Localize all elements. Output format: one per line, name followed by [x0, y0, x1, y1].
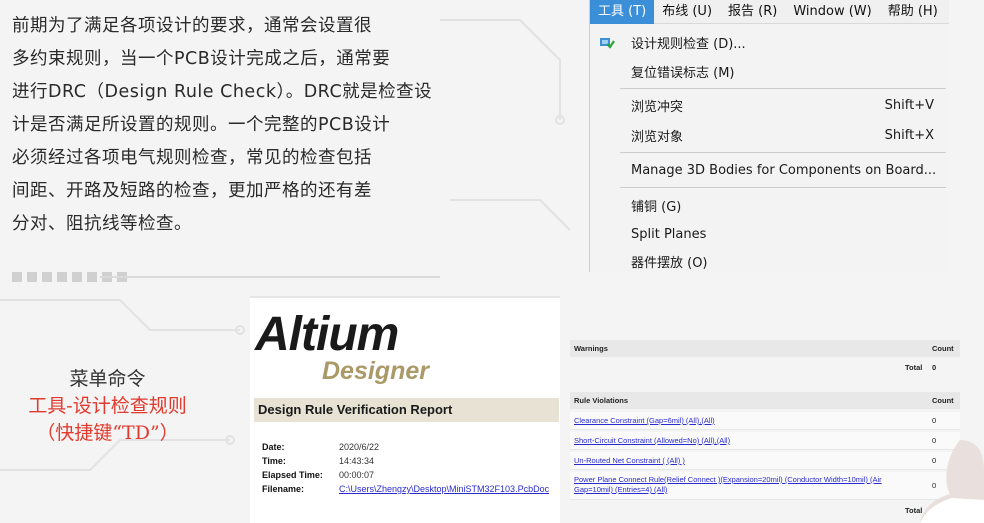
- meta-value: 2020/6/22: [339, 442, 380, 452]
- menu-separator: [620, 187, 946, 188]
- menu-item-label: 设计规则检查 (D)...: [631, 36, 746, 52]
- filename-link[interactable]: C:\Users\Zhengzy\Desktop\MiniSTM32F103.P…: [339, 483, 549, 496]
- menu-item-polygon-pour[interactable]: 铺铜 (G): [590, 191, 950, 219]
- drc-summary-tables: Warnings Count Total 0 Rule Violations C…: [570, 336, 960, 523]
- meta-label: Date:: [262, 442, 285, 452]
- presenter-image: [920, 440, 984, 523]
- menu-item-label: 浏览对象: [631, 129, 684, 145]
- violations-header: Rule Violations Count: [570, 392, 960, 409]
- intro-paragraph: 前期为了满足各项设计的要求，通常会设置很 多约束规则，当一个PCB设计完成之后，…: [12, 10, 444, 241]
- intro-line: 前期为了满足各项设计的要求，通常会设置很: [12, 16, 372, 36]
- menu-item-label: Split Planes: [631, 226, 707, 242]
- report-title: Design Rule Verification Report: [254, 398, 559, 422]
- meta-row-elapsed-time: Elapsed Time: 00:00:07: [262, 469, 562, 482]
- menu-item-browse-violations[interactable]: 浏览冲突 Shift+V: [590, 91, 950, 119]
- menu-item-manage-3d-bodies[interactable]: Manage 3D Bodies for Components on Board…: [590, 156, 950, 184]
- menu-item-reset-error-markers[interactable]: 复位错误标志 (M): [590, 57, 950, 85]
- meta-label: Time:: [262, 456, 286, 466]
- caption-command: 工具-设计检查规则: [28, 395, 187, 417]
- design-rule-check-icon: [600, 38, 615, 49]
- meta-value: 00:00:07: [339, 470, 375, 480]
- intro-line: 进行DRC（Design Rule Check）。DRC就是检查设: [12, 82, 433, 102]
- count-header: Count: [932, 344, 954, 353]
- meta-row-date: Date: 2020/6/22: [262, 441, 562, 454]
- menu-item-label: 浏览冲突: [631, 99, 684, 115]
- menu-bar: 工具 (T) 布线 (U) 报告 (R) Window (W) 帮助 (H): [590, 0, 949, 24]
- violations-header-label: Rule Violations: [574, 396, 629, 405]
- table-row: Short-Circuit Constraint (Allowed=No) (A…: [570, 432, 960, 450]
- rule-link[interactable]: Clearance Constraint (Gap=6mil) (All),(A…: [574, 416, 904, 426]
- menu-item-component-placement[interactable]: 器件摆放 (O): [590, 250, 950, 272]
- menu-item-design-rule-check[interactable]: 设计规则检查 (D)...: [590, 28, 950, 56]
- warnings-header-label: Warnings: [574, 344, 608, 353]
- meta-row-filename: Filename: C:\Users\Zhengzy\Desktop\MiniS…: [262, 483, 562, 496]
- menu-item-shortcut: Shift+V: [884, 97, 934, 113]
- designer-logo: Designer: [322, 357, 429, 385]
- table-row: Power Plane Connect Rule(Relief Connect …: [570, 472, 960, 500]
- intro-line: 必须经过各项电气规则检查，常见的检查包括: [12, 148, 372, 168]
- intro-line: 多约束规则，当一个PCB设计完成之后，通常要: [12, 49, 391, 69]
- menubar-route[interactable]: 布线 (U): [654, 0, 720, 24]
- warnings-total-row: Total 0: [570, 361, 960, 375]
- menubar-tools[interactable]: 工具 (T): [590, 0, 655, 24]
- menu-item-label: Manage 3D Bodies for Components on Board…: [631, 162, 937, 178]
- caption-title: 菜单命令: [69, 368, 146, 390]
- menu-item-browse-objects[interactable]: 浏览对象 Shift+X: [590, 121, 950, 149]
- drc-report: Altium Designer Design Rule Verification…: [250, 296, 560, 523]
- menu-item-shortcut: Shift+X: [884, 127, 934, 143]
- menu-item-label: 复位错误标志 (M): [631, 65, 735, 81]
- menu-separator: [620, 88, 946, 89]
- caption-shortcut: （快捷键“TD”）: [36, 422, 179, 444]
- total-value: 0: [932, 363, 937, 372]
- menu-item-split-planes[interactable]: Split Planes: [590, 220, 950, 248]
- warnings-header: Warnings Count: [570, 340, 960, 357]
- meta-value: 14:43:34: [339, 456, 375, 466]
- rule-link[interactable]: Un-Routed Net Constraint ( (All) ): [574, 456, 904, 466]
- table-row: Un-Routed Net Constraint ( (All) ) 0: [570, 452, 960, 470]
- menubar-reports[interactable]: 报告 (R): [720, 0, 785, 24]
- violations-total-row: Total: [570, 504, 960, 518]
- tools-menu-panel: 工具 (T) 布线 (U) 报告 (R) Window (W) 帮助 (H) 设…: [589, 0, 949, 272]
- intro-line: 间距、开路及短路的检查，更加严格的还有差: [12, 181, 372, 201]
- divider: [100, 276, 440, 278]
- intro-line: 计是否满足所设置的规则。一个完整的PCB设计: [12, 115, 391, 135]
- meta-row-time: Time: 14:43:34: [262, 455, 562, 468]
- total-label: Total: [905, 363, 923, 372]
- meta-label: Elapsed Time:: [262, 470, 323, 480]
- meta-label: Filename:: [262, 484, 305, 494]
- altium-logo: Altium: [255, 308, 399, 361]
- menubar-help[interactable]: 帮助 (H): [880, 0, 946, 24]
- rule-link[interactable]: Short-Circuit Constraint (Allowed=No) (A…: [574, 436, 904, 446]
- intro-line: 分对、阻抗线等检查。: [12, 214, 192, 234]
- menu-item-label: 铺铜 (G): [631, 199, 682, 215]
- table-row: Clearance Constraint (Gap=6mil) (All),(A…: [570, 412, 960, 430]
- rule-count: 0: [932, 416, 937, 425]
- rule-link[interactable]: Power Plane Connect Rule(Relief Connect …: [574, 475, 904, 495]
- menu-item-label: 器件摆放 (O): [631, 255, 708, 271]
- menu-command-caption: 菜单命令 工具-设计检查规则 （快捷键“TD”）: [0, 366, 215, 447]
- count-header: Count: [932, 396, 954, 405]
- menu-separator: [620, 152, 946, 153]
- menubar-window[interactable]: Window (W): [785, 0, 879, 24]
